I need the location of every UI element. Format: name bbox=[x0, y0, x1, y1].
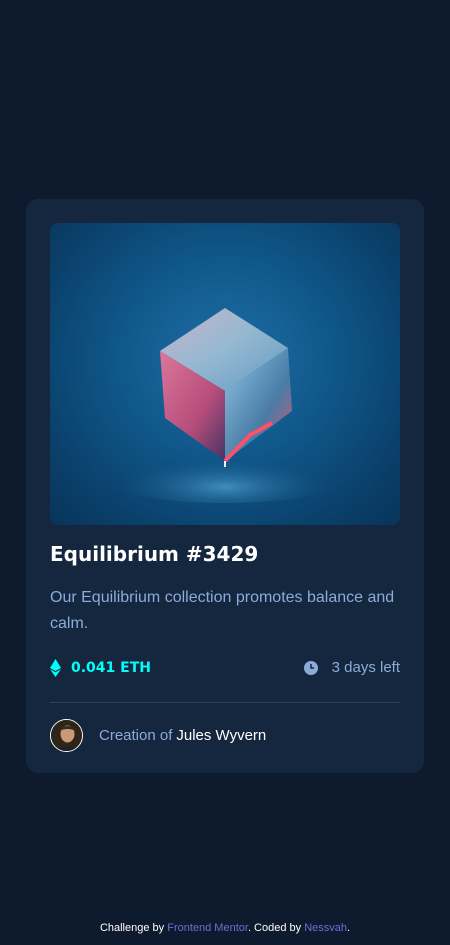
creator-row: Creation of Jules Wyvern bbox=[50, 719, 266, 752]
coded-by-text: . Coded by bbox=[247, 922, 302, 934]
creation-label: Creation of bbox=[99, 727, 173, 744]
nft-time-left: 3 days left bbox=[303, 659, 400, 676]
clock-icon bbox=[303, 660, 318, 675]
equilibrium-cube-image bbox=[75, 308, 375, 503]
nft-card: Equilibrium #3429 Our Equilibrium collec… bbox=[26, 199, 424, 773]
ethereum-icon bbox=[50, 659, 61, 677]
author-link[interactable]: Nessvah bbox=[304, 922, 347, 934]
creator-name[interactable]: Jules Wyvern bbox=[176, 727, 266, 744]
card-divider bbox=[50, 702, 400, 703]
footer-end: . bbox=[347, 922, 351, 934]
avatar bbox=[50, 719, 83, 752]
nft-price: 0.041 ETH bbox=[50, 659, 151, 677]
challenge-text: Challenge by bbox=[99, 922, 165, 934]
frontend-mentor-link[interactable]: Frontend Mentor bbox=[167, 922, 248, 934]
attribution-footer: Challenge by Frontend Mentor. Coded by N… bbox=[0, 922, 450, 934]
price-value: 0.041 ETH bbox=[71, 660, 151, 676]
nft-description: Our Equilibrium collection promotes bala… bbox=[50, 589, 395, 632]
time-left-value: 3 days left bbox=[331, 659, 400, 676]
nft-image[interactable] bbox=[50, 223, 400, 525]
nft-title[interactable]: Equilibrium #3429 bbox=[50, 539, 258, 569]
